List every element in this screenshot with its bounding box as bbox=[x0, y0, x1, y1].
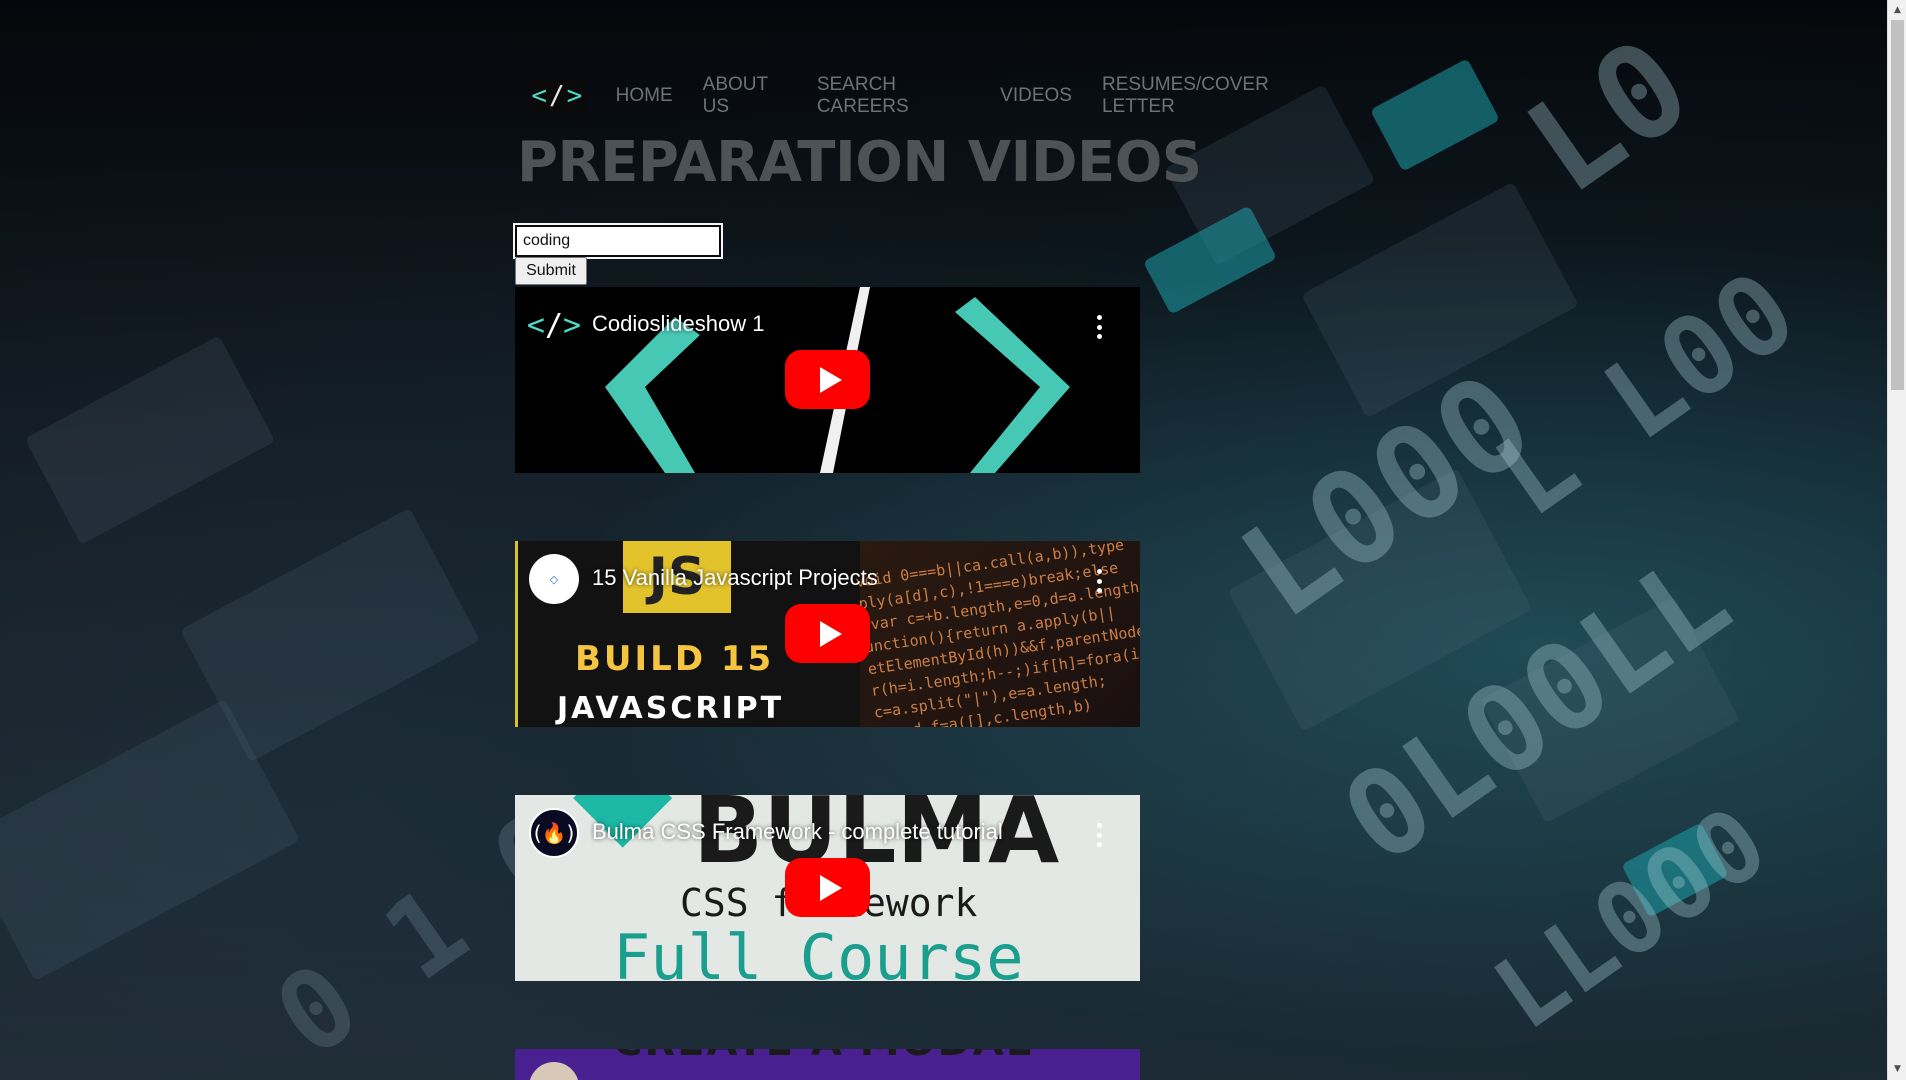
logo-slash: / bbox=[549, 81, 567, 111]
video-embed-4[interactable]: CREATE A MODAL bbox=[515, 1049, 1140, 1080]
video-title[interactable]: 15 Vanilla Javascript Projects bbox=[592, 565, 878, 591]
video-title[interactable]: Bulma CSS Framework - complete tutorial bbox=[592, 819, 1003, 845]
logo-left-chevron: < bbox=[531, 81, 549, 111]
scrollbar-thumb[interactable] bbox=[1891, 20, 1904, 390]
nav-link-about-us[interactable]: ABOUT US bbox=[703, 74, 787, 118]
nav-link-resumes-cover-letter[interactable]: RESUMES/COVER LETTER bbox=[1102, 74, 1315, 118]
video-embed-1[interactable]: < / > Codioslideshow 1 bbox=[515, 287, 1140, 473]
video-thumbnail: CREATE A MODAL bbox=[515, 1049, 1140, 1080]
play-button-icon[interactable] bbox=[785, 350, 870, 409]
scroll-down-arrow-icon[interactable]: ▼ bbox=[1888, 1061, 1906, 1078]
nav-link-search-careers[interactable]: SEARCH CAREERS bbox=[817, 74, 970, 118]
nav-link-home[interactable]: HOME bbox=[616, 85, 673, 107]
video-embed-3[interactable]: BULMA CSS framework Full Course (🔥) Bulm… bbox=[515, 795, 1140, 981]
logo-right-chevron: > bbox=[566, 81, 585, 111]
thumb-text-javascript: JAVASCRIPT bbox=[557, 691, 785, 726]
video-title[interactable]: Codioslideshow 1 bbox=[592, 311, 764, 337]
submit-button[interactable]: Submit bbox=[515, 257, 587, 285]
more-options-icon[interactable] bbox=[1096, 569, 1102, 593]
video-embed-2[interactable]: JS BUILD 15 JAVASCRIPT void 0===b||ca.ca… bbox=[515, 541, 1140, 727]
top-nav: < / > HOME ABOUT US SEARCH CAREERS VIDEOS … bbox=[530, 74, 1315, 117]
page-title: PREPARATION VIDEOS bbox=[517, 130, 1202, 195]
channel-logo-icon[interactable]: ◇ bbox=[529, 554, 579, 604]
thumb-text-create-a-modal: CREATE A MODAL bbox=[613, 1049, 1033, 1065]
vertical-scrollbar[interactable]: ▲ ▼ bbox=[1887, 0, 1906, 1080]
play-button-icon[interactable] bbox=[785, 858, 870, 917]
thumb-text-full-course: Full Course bbox=[613, 921, 1024, 981]
site-logo-icon[interactable]: < / > bbox=[530, 79, 586, 113]
play-button-icon[interactable] bbox=[785, 604, 870, 663]
more-options-icon[interactable] bbox=[1096, 823, 1102, 847]
scroll-up-arrow-icon[interactable]: ▲ bbox=[1888, 2, 1906, 19]
thumb-text-build: BUILD 15 bbox=[575, 639, 775, 679]
more-options-icon[interactable] bbox=[1096, 315, 1102, 339]
channel-logo-icon[interactable]: (🔥) bbox=[529, 808, 579, 858]
channel-logo-icon[interactable]: < / > bbox=[527, 300, 581, 350]
search-input[interactable] bbox=[513, 223, 723, 259]
nav-link-videos[interactable]: VIDEOS bbox=[1000, 85, 1072, 107]
